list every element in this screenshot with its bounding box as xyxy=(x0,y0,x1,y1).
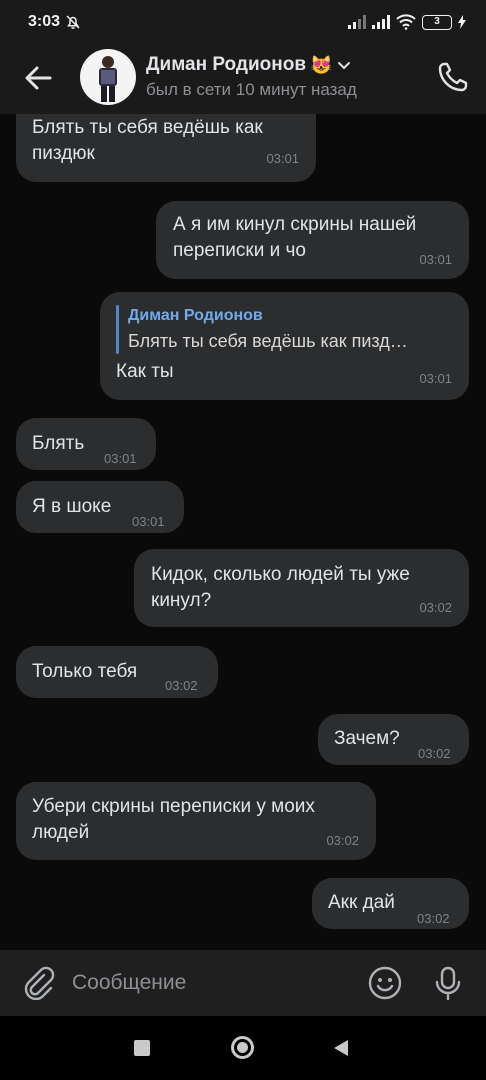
home-button[interactable] xyxy=(231,1036,254,1059)
back-arrow-icon[interactable] xyxy=(20,60,56,96)
bell-muted-icon xyxy=(66,15,80,29)
system-navigation-bar xyxy=(0,1016,486,1080)
message-time: 03:02 xyxy=(419,600,452,615)
phone-icon[interactable] xyxy=(432,58,472,98)
message-text: Блять xyxy=(32,433,85,454)
message-input[interactable] xyxy=(72,965,342,1001)
message-incoming[interactable]: Только тебя 03:02 xyxy=(16,646,218,698)
message-outgoing[interactable]: А я им кинул скрины нашей переписки и чо… xyxy=(156,201,469,279)
message-time: 03:02 xyxy=(326,833,359,848)
message-composer xyxy=(0,950,486,1016)
message-time: 03:01 xyxy=(419,371,452,386)
paperclip-icon[interactable] xyxy=(20,964,56,1000)
message-text: Как ты xyxy=(116,361,174,382)
status-time: 3:03 xyxy=(28,13,61,30)
message-time: 03:02 xyxy=(165,678,198,693)
system-back-button[interactable] xyxy=(334,1040,348,1056)
message-time: 03:01 xyxy=(104,451,137,466)
message-outgoing[interactable]: Акк дай 03:02 xyxy=(312,878,469,929)
message-time: 03:02 xyxy=(417,911,450,926)
message-outgoing[interactable]: Зачем? 03:02 xyxy=(318,714,469,765)
battery-indicator: 3 xyxy=(422,14,452,30)
chat-header: Диман Родионов 😻 был в сети 10 минут наз… xyxy=(0,44,486,114)
avatar[interactable] xyxy=(80,49,136,105)
message-text: Зачем? xyxy=(334,728,400,749)
message-text: Кидок, сколько людей ты уже кинул? xyxy=(151,564,410,611)
status-icons: 3 xyxy=(348,14,466,30)
message-incoming[interactable]: Я в шоке 03:01 xyxy=(16,481,184,533)
smiley-icon[interactable] xyxy=(366,964,404,1002)
message-outgoing[interactable]: Кидок, сколько людей ты уже кинул? 03:02 xyxy=(134,549,469,627)
message-time: 03:02 xyxy=(418,746,451,761)
message-time: 03:01 xyxy=(266,151,299,166)
contact-status: был в сети 10 минут назад xyxy=(146,80,357,99)
contact-emoji: 😻 xyxy=(310,54,333,75)
chevron-down-icon xyxy=(338,62,351,70)
message-list[interactable]: Блять ты себя ведёшь как пиздюк 03:01 А … xyxy=(0,114,486,950)
signal-icon xyxy=(348,15,366,29)
message-time: 03:01 xyxy=(132,514,165,529)
contact-name-row[interactable]: Диман Родионов 😻 xyxy=(146,54,352,76)
recents-button[interactable] xyxy=(134,1040,150,1056)
reply-author: Диман Родионов xyxy=(128,307,263,324)
contact-name: Диман Родионов xyxy=(146,54,307,75)
signal-icon xyxy=(372,15,390,29)
message-incoming[interactable]: Блять ты себя ведёшь как пиздюк 03:01 xyxy=(16,114,316,182)
microphone-icon[interactable] xyxy=(430,964,466,1002)
message-text: Убери скрины переписки у моих людей xyxy=(32,796,315,843)
wifi-icon xyxy=(396,14,416,30)
message-text: Только тебя xyxy=(32,661,138,682)
status-bar: 3:03 3 xyxy=(0,0,486,44)
message-time: 03:01 xyxy=(419,252,452,267)
message-incoming[interactable]: Блять 03:01 xyxy=(16,418,156,470)
message-text: Акк дай xyxy=(328,892,395,913)
message-text: Я в шоке xyxy=(32,496,112,517)
reply-text: Блять ты себя ведёшь как пизд… xyxy=(128,331,408,351)
charging-bolt-icon xyxy=(458,15,466,29)
message-outgoing-reply[interactable]: Диман Родионов Блять ты себя ведёшь как … xyxy=(100,292,469,400)
person-photo-icon xyxy=(99,56,117,102)
reply-quote-bar xyxy=(116,305,119,354)
message-incoming[interactable]: Убери скрины переписки у моих людей 03:0… xyxy=(16,782,376,860)
message-text: Блять ты себя ведёшь как пиздюк xyxy=(32,117,263,164)
